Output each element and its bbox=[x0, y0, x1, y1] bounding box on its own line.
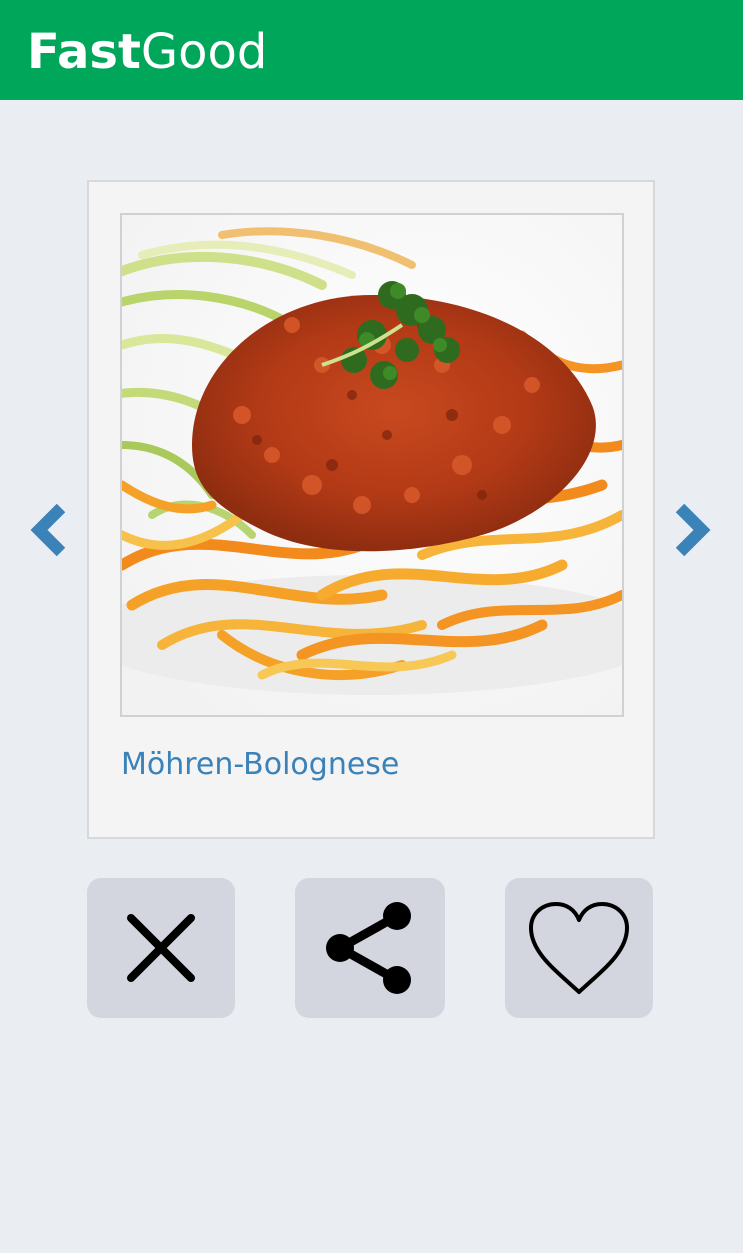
recipe-title[interactable]: Möhren-Bolognese bbox=[121, 745, 399, 785]
brand-fast: Fast bbox=[27, 24, 141, 80]
app-header: FastGood bbox=[0, 0, 743, 100]
recipe-card[interactable]: Möhren-Bolognese bbox=[87, 180, 655, 839]
recipe-image bbox=[122, 215, 622, 715]
share-icon bbox=[326, 902, 411, 994]
next-recipe-button[interactable] bbox=[674, 500, 714, 560]
app-logo: FastGood bbox=[27, 22, 267, 82]
heart-icon bbox=[529, 902, 629, 994]
dismiss-button[interactable] bbox=[87, 878, 235, 1018]
chevron-right-icon bbox=[675, 503, 711, 557]
recipe-photo[interactable] bbox=[120, 213, 624, 717]
share-button[interactable] bbox=[295, 878, 445, 1018]
close-icon bbox=[127, 914, 195, 982]
chevron-left-icon bbox=[30, 503, 66, 557]
previous-recipe-button[interactable] bbox=[27, 500, 67, 560]
brand-good: Good bbox=[140, 24, 268, 80]
like-button[interactable] bbox=[505, 878, 653, 1018]
